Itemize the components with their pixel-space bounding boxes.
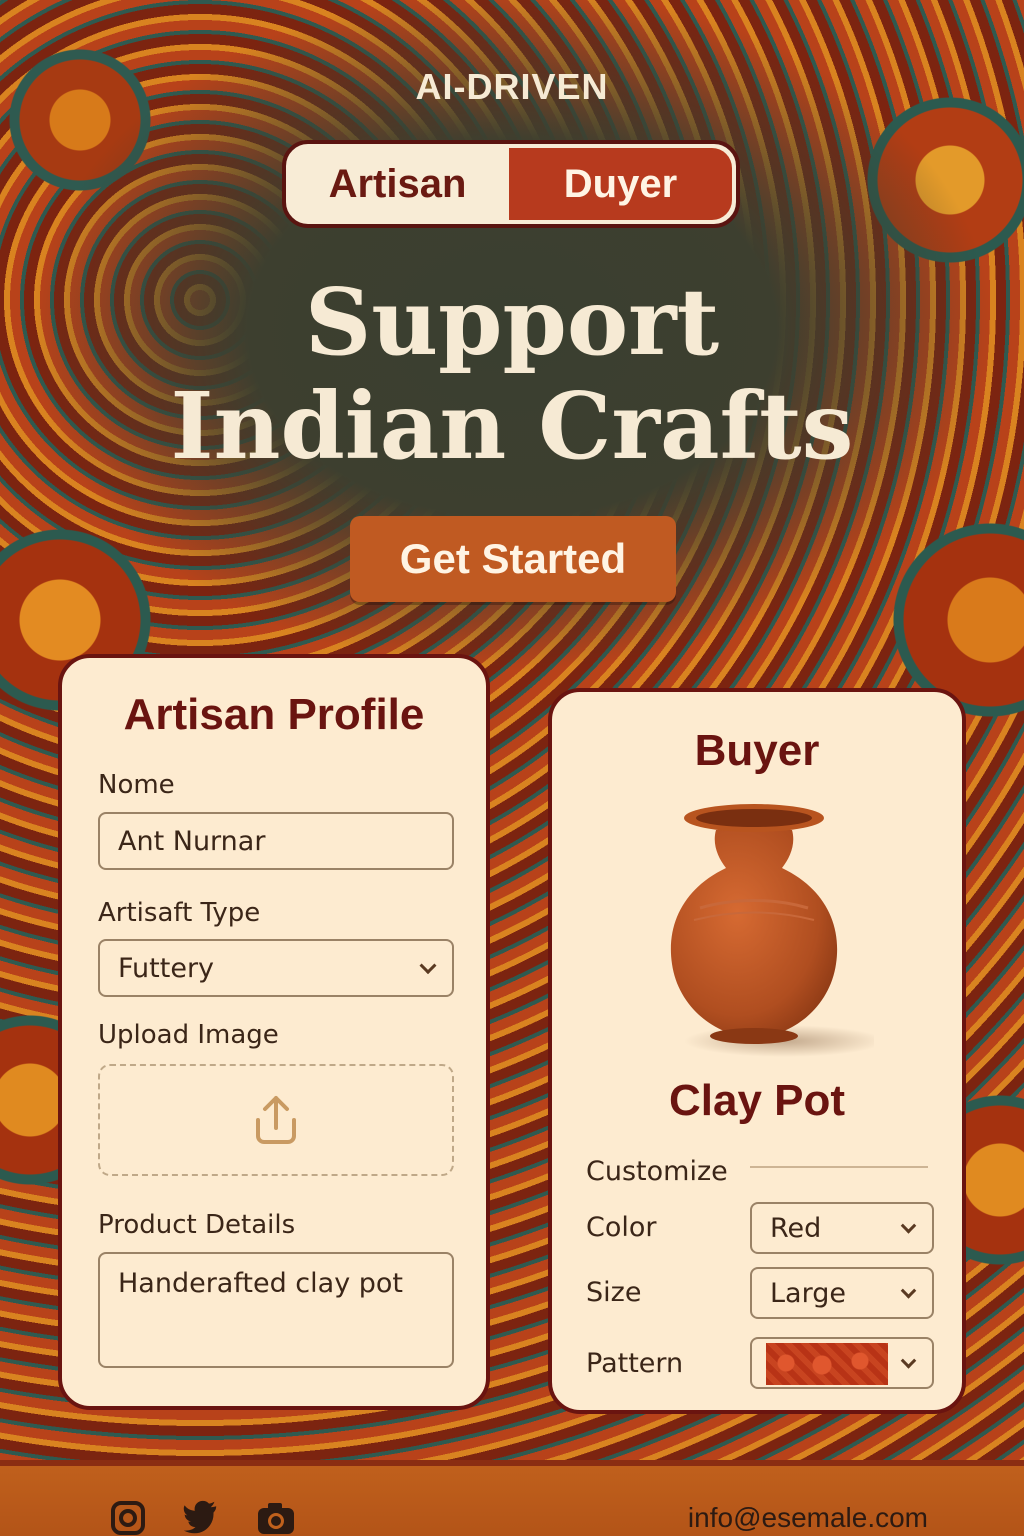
camera-icon[interactable] <box>256 1500 296 1536</box>
customize-label: Customize <box>586 1156 728 1187</box>
color-value: Red <box>770 1212 822 1244</box>
artisan-profile-card: Artisan Profile Nome Ant Nurnar Artisaft… <box>58 654 490 1410</box>
upload-dropzone[interactable] <box>98 1064 454 1176</box>
clay-pot-image <box>634 796 884 1066</box>
hero-heading: Support Indian Crafts <box>0 270 1024 478</box>
instagram-icon[interactable] <box>110 1500 146 1536</box>
artisan-type-value: Futtery <box>118 952 215 984</box>
footer: info@esemale.com <box>0 1460 1024 1536</box>
upload-icon <box>256 1096 296 1144</box>
product-name: Clay Pot <box>668 1076 846 1125</box>
color-label: Color <box>586 1212 657 1243</box>
tagline: AI-DRIVEN <box>415 66 609 107</box>
chevron-down-icon <box>900 1353 917 1369</box>
contact-email-link[interactable]: info@esemale.com <box>688 1502 928 1534</box>
artisan-type-label: Artisaft Type <box>98 898 261 928</box>
toggle-artisan[interactable]: Artisan <box>286 144 509 224</box>
product-details-value: Handerafted clay pot <box>118 1268 404 1299</box>
pattern-select[interactable] <box>750 1337 934 1389</box>
pattern-swatch <box>766 1343 888 1385</box>
social-icons <box>110 1500 296 1536</box>
size-label: Size <box>586 1277 642 1308</box>
name-label: Nome <box>98 770 175 800</box>
upload-image-label: Upload Image <box>98 1020 279 1050</box>
product-details-label: Product Details <box>98 1210 296 1240</box>
role-toggle[interactable]: Artisan Duyer <box>282 140 740 228</box>
name-field-value: Ant Nurnar <box>118 825 266 857</box>
buyer-card: Buyer Clay Pot Customize Color Red Size … <box>548 688 966 1414</box>
size-select[interactable]: Large <box>750 1267 934 1319</box>
customize-divider <box>750 1166 928 1168</box>
product-details-textarea[interactable]: Handerafted clay pot <box>98 1252 454 1368</box>
toggle-buyer[interactable]: Duyer <box>509 148 732 220</box>
twitter-icon[interactable] <box>182 1500 220 1536</box>
chevron-down-icon <box>900 1218 917 1234</box>
chevron-down-icon <box>419 957 437 975</box>
name-field[interactable]: Ant Nurnar <box>98 812 454 870</box>
hero-line-1: Support <box>304 268 720 376</box>
hero-line-2: Indian Crafts <box>170 372 854 480</box>
chevron-down-icon <box>900 1283 917 1299</box>
color-select[interactable]: Red <box>750 1202 934 1254</box>
artisan-card-title: Artisan Profile <box>123 690 425 739</box>
size-value: Large <box>770 1277 846 1309</box>
buyer-card-title: Buyer <box>694 726 820 775</box>
pattern-label: Pattern <box>586 1348 684 1379</box>
get-started-button[interactable]: Get Started <box>350 516 676 602</box>
artisan-type-select[interactable]: Futtery <box>98 939 454 997</box>
